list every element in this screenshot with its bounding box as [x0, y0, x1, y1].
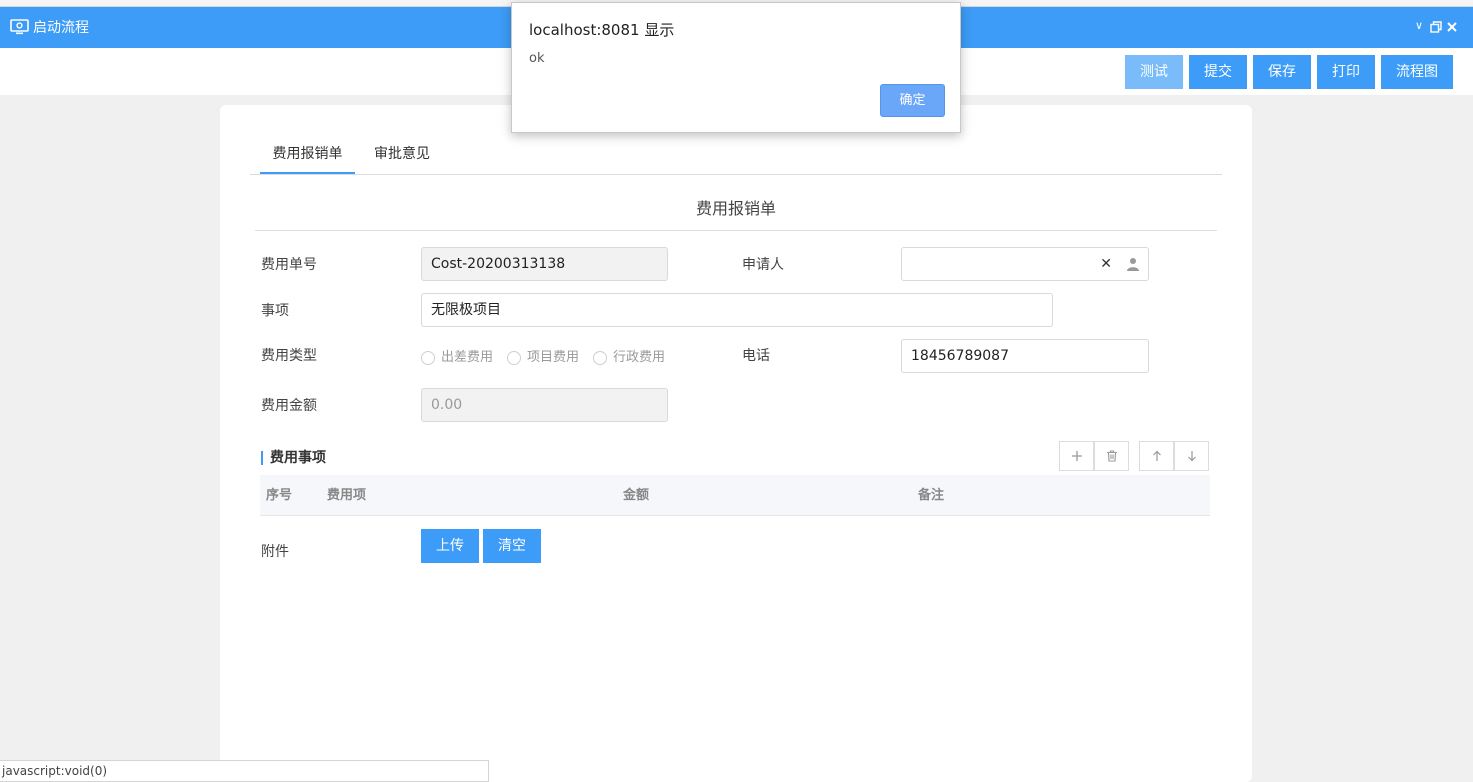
move-up-button[interactable] [1139, 441, 1174, 471]
form-tabs: 费用报销单 审批意见 [250, 142, 1222, 175]
applicant-label: 申请人 [742, 257, 784, 273]
cost-type-label: 费用类型 [261, 348, 317, 364]
column-header-remark: 备注 [918, 488, 945, 503]
cost-no-field: Cost-20200313138 [421, 247, 668, 281]
radio-travel-expense[interactable]: 出差费用 [421, 349, 501, 367]
form-card: 费用报销单 审批意见 费用报销单 费用单号 Cost-20200313138 申… [220, 105, 1252, 782]
trash-icon [1107, 450, 1117, 462]
arrow-up-icon [1153, 450, 1161, 461]
phone-field[interactable]: 18456789087 [901, 339, 1149, 373]
dialog-message: ok [529, 51, 545, 66]
matter-label: 事项 [261, 303, 289, 319]
tab-approval-opinion[interactable]: 审批意见 [363, 142, 441, 174]
test-button[interactable]: 测试 [1125, 55, 1183, 89]
user-icon[interactable] [1126, 257, 1140, 271]
restore-icon[interactable] [1430, 20, 1442, 34]
tab-expense-form[interactable]: 费用报销单 [260, 142, 355, 174]
dialog-ok-button[interactable]: 确定 [880, 84, 945, 117]
alert-dialog: localhost:8081 显示 ok 确定 [511, 2, 961, 133]
flowchart-button[interactable]: 流程图 [1381, 55, 1453, 89]
radio-project-expense[interactable]: 项目费用 [507, 349, 587, 367]
dialog-title: localhost:8081 显示 [529, 21, 675, 39]
attachment-label: 附件 [261, 544, 289, 560]
radio-circle [421, 351, 435, 365]
move-down-button[interactable] [1174, 441, 1209, 471]
form-title: 费用报销单 [255, 195, 1217, 231]
save-button[interactable]: 保存 [1253, 55, 1311, 89]
plus-icon [1072, 451, 1082, 461]
delete-row-button[interactable] [1094, 441, 1129, 471]
amount-label: 费用金额 [261, 398, 317, 414]
window-title: 启动流程 [33, 20, 89, 36]
cost-no-label: 费用单号 [261, 257, 317, 273]
radio-circle [507, 351, 521, 365]
applicant-field[interactable]: ✕ [901, 247, 1149, 281]
clear-attachments-button[interactable]: 清空 [483, 529, 541, 563]
monitor-gear-icon [10, 19, 29, 35]
items-table-header: 序号 费用项 金额 备注 [260, 475, 1210, 516]
amount-field: 0.00 [421, 388, 668, 422]
clear-icon[interactable]: ✕ [1100, 248, 1112, 280]
column-header-amount: 金额 [623, 488, 650, 503]
close-icon[interactable] [1446, 20, 1458, 34]
matter-field[interactable]: 无限极项目 [421, 293, 1053, 327]
phone-label: 电话 [742, 348, 770, 364]
upload-button[interactable]: 上传 [421, 529, 479, 563]
arrow-down-icon [1188, 451, 1196, 462]
print-button[interactable]: 打印 [1317, 55, 1375, 89]
radio-admin-expense[interactable]: 行政费用 [593, 349, 673, 367]
add-row-button[interactable] [1059, 441, 1094, 471]
column-header-item: 费用项 [327, 488, 367, 503]
column-header-index: 序号 [266, 488, 293, 503]
radio-circle [593, 351, 607, 365]
submit-button[interactable]: 提交 [1189, 55, 1247, 89]
items-section-title: 费用事项 [261, 451, 326, 465]
browser-status-bar: javascript:void(0) [0, 760, 489, 782]
collapse-icon[interactable]: ∨ [1413, 19, 1425, 33]
